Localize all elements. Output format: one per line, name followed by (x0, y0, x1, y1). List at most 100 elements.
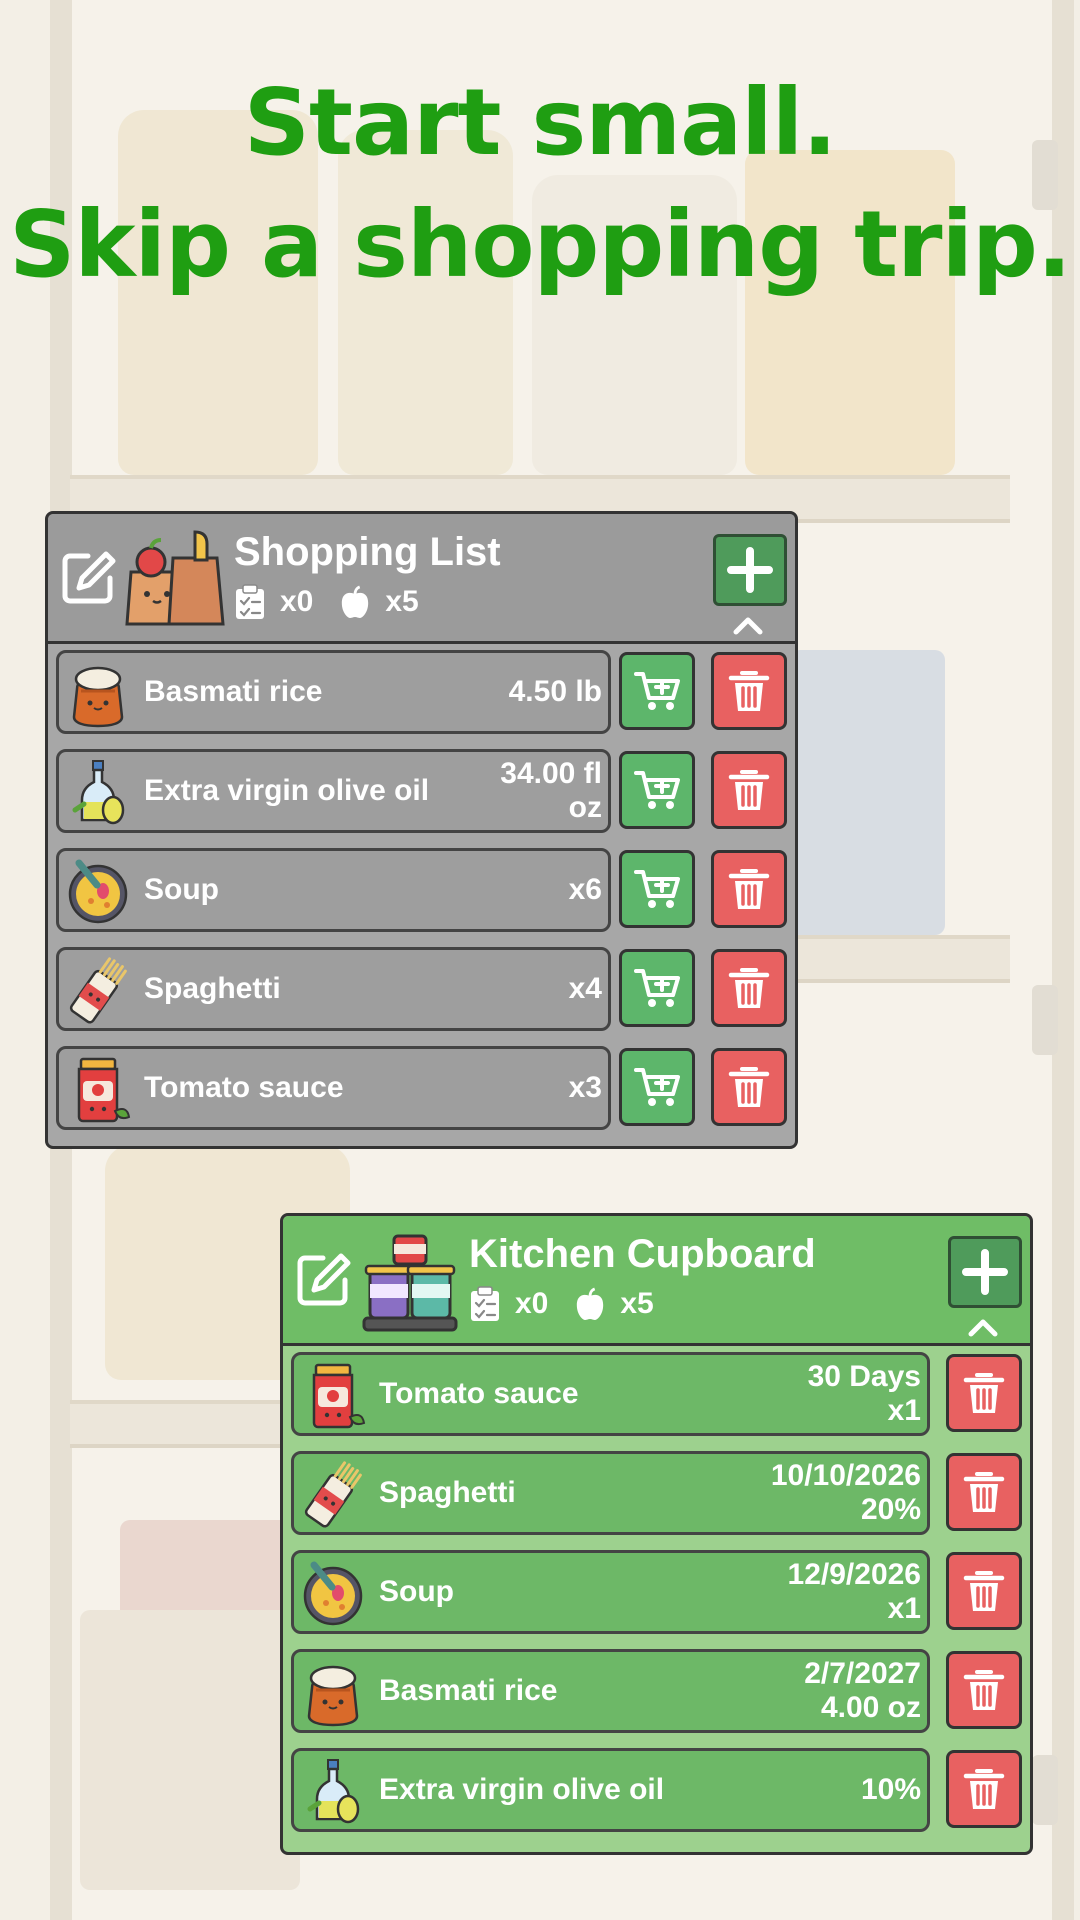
item-spaghetti[interactable]: Spaghetti 10/10/2026 20% (291, 1451, 930, 1535)
add-to-cupboard-button[interactable] (619, 850, 695, 928)
add-to-cupboard-button[interactable] (619, 1048, 695, 1126)
hinge-bottom (1032, 1755, 1058, 1825)
kitchen-cupboard-card: Kitchen Cupboard x0 x5 Tomato sauce 30 D… (280, 1213, 1033, 1855)
hinge-middle (1032, 985, 1058, 1055)
delete-button[interactable] (946, 1552, 1022, 1630)
trash-icon (962, 1765, 1006, 1813)
kitchen-cupboard-items: Tomato sauce 30 Days x1 Spaghetti 10/10/… (291, 1352, 1022, 1847)
delete-button[interactable] (946, 1651, 1022, 1729)
checklist-icon (469, 1286, 501, 1322)
add-item-button[interactable] (713, 534, 787, 606)
delete-button[interactable] (711, 1048, 787, 1126)
delete-button[interactable] (946, 1750, 1022, 1828)
delete-button[interactable] (711, 751, 787, 829)
edit-icon[interactable] (293, 1250, 353, 1310)
item-details: 12/9/2026 x1 (788, 1553, 921, 1631)
add-to-cupboard-button[interactable] (619, 652, 695, 730)
item-count: x5 (620, 1287, 654, 1320)
trash-icon (962, 1666, 1006, 1714)
edit-icon[interactable] (58, 548, 118, 608)
item-details: 10% (861, 1751, 921, 1829)
shopping-list-header: Shopping List x0 x5 (48, 514, 795, 644)
kitchen-cupboard-counts: x0 x5 (469, 1284, 680, 1324)
item-soup[interactable]: Soup x6 (56, 848, 611, 932)
cart-plus-icon (633, 768, 681, 812)
item-name: Extra virgin olive oil (144, 774, 430, 807)
item-name: Tomato sauce (144, 1071, 344, 1104)
plus-icon (962, 1249, 1008, 1295)
item-olive-oil[interactable]: Extra virgin olive oil 10% (291, 1748, 930, 1832)
spaghetti-icon (298, 1460, 368, 1530)
list-item: Basmati rice 4.50 lb (56, 650, 787, 740)
item-basmati-rice[interactable]: Basmati rice 2/7/2027 4.00 oz (291, 1649, 930, 1733)
item-name: Soup (379, 1575, 454, 1608)
list-item: Basmati rice 2/7/2027 4.00 oz (291, 1649, 1022, 1739)
cart-plus-icon (633, 867, 681, 911)
delete-button[interactable] (711, 949, 787, 1027)
item-detail-line-2: x1 (887, 1394, 921, 1427)
item-name: Extra virgin olive oil (379, 1773, 665, 1806)
list-item: Tomato sauce 30 Days x1 (291, 1352, 1022, 1442)
delete-button[interactable] (711, 652, 787, 730)
item-details: 10/10/2026 20% (771, 1454, 921, 1532)
headline-line-1: Start small. (243, 69, 837, 176)
cart-plus-icon (633, 966, 681, 1010)
spaghetti-icon (63, 956, 133, 1026)
item-detail-line-1: 2/7/2027 (804, 1657, 921, 1690)
trash-icon (962, 1567, 1006, 1615)
soup-bowl-icon (63, 857, 133, 927)
delete-button[interactable] (946, 1354, 1022, 1432)
plus-icon (727, 547, 773, 593)
item-name: Spaghetti (379, 1476, 516, 1509)
canned-goods-icon (362, 1234, 458, 1332)
item-name: Tomato sauce (379, 1377, 579, 1410)
item-quantity-line-2: oz (568, 791, 602, 824)
item-detail-line-2: 20% (860, 1493, 921, 1526)
item-name: Soup (144, 873, 219, 906)
item-quantity-line-1: 34.00 fl (500, 757, 602, 790)
list-item: Spaghetti x4 (56, 947, 787, 1037)
trash-icon (962, 1468, 1006, 1516)
add-item-button[interactable] (948, 1236, 1022, 1308)
list-item: Soup 12/9/2026 x1 (291, 1550, 1022, 1640)
item-detail-line-1: 10% (860, 1773, 921, 1806)
item-spaghetti[interactable]: Spaghetti x4 (56, 947, 611, 1031)
list-item: Extra virgin olive oil 10% (291, 1748, 1022, 1838)
item-quantity-line-1: 4.50 lb (508, 675, 602, 708)
item-name: Basmati rice (144, 675, 323, 708)
item-quantity-line-1: x4 (568, 972, 602, 1005)
item-soup[interactable]: Soup 12/9/2026 x1 (291, 1550, 930, 1634)
shopping-list-items: Basmati rice 4.50 lb Extra virgin olive … (56, 650, 787, 1145)
shopping-list-counts: x0 x5 (234, 582, 445, 622)
tomato-sauce-jar-icon (298, 1361, 368, 1431)
add-to-cupboard-button[interactable] (619, 751, 695, 829)
basket-illustration (80, 1610, 300, 1890)
item-quantity: x3 (569, 1049, 602, 1127)
trash-icon (962, 1369, 1006, 1417)
cart-plus-icon (633, 669, 681, 713)
item-details: 30 Days x1 (808, 1355, 921, 1433)
chevron-up-icon[interactable] (966, 1316, 1000, 1338)
trash-icon (727, 766, 771, 814)
checklist-icon (234, 584, 266, 620)
list-item: Tomato sauce x3 (56, 1046, 787, 1136)
chevron-up-icon[interactable] (731, 614, 765, 636)
item-basmati-rice[interactable]: Basmati rice 4.50 lb (56, 650, 611, 734)
delete-button[interactable] (711, 850, 787, 928)
rice-sack-icon (63, 659, 133, 729)
delete-button[interactable] (946, 1453, 1022, 1531)
kitchen-cupboard-header: Kitchen Cupboard x0 x5 (283, 1216, 1030, 1346)
item-tomato-sauce[interactable]: Tomato sauce 30 Days x1 (291, 1352, 930, 1436)
add-to-cupboard-button[interactable] (619, 949, 695, 1027)
trash-icon (727, 1063, 771, 1111)
apple-icon (574, 1286, 606, 1322)
item-olive-oil[interactable]: Extra virgin olive oil 34.00 fl oz (56, 749, 611, 833)
rice-sack-icon (298, 1658, 368, 1728)
olive-oil-icon (298, 1757, 368, 1827)
item-quantity: 4.50 lb (509, 653, 602, 731)
item-detail-line-1: 12/9/2026 (787, 1558, 921, 1591)
kitchen-cupboard-title: Kitchen Cupboard (469, 1232, 816, 1276)
list-item: Extra virgin olive oil 34.00 fl oz (56, 749, 787, 839)
item-tomato-sauce[interactable]: Tomato sauce x3 (56, 1046, 611, 1130)
checklist-count: x0 (280, 585, 314, 618)
